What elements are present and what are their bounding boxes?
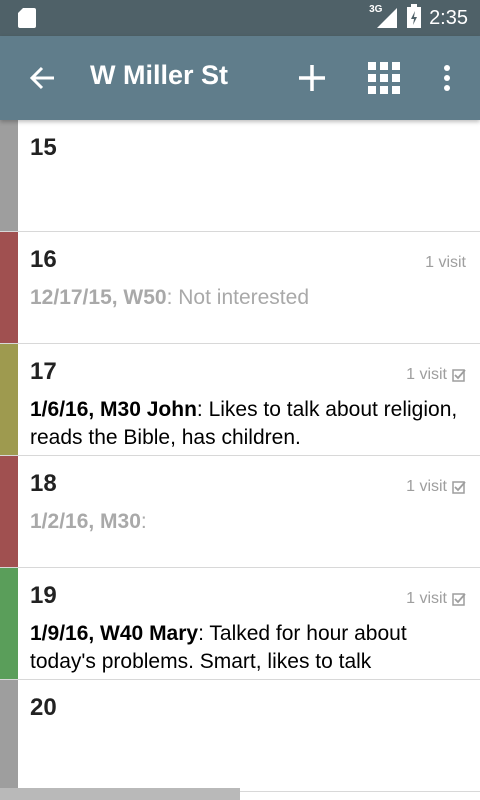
horizontal-scrollbar[interactable] xyxy=(0,788,240,800)
house-number: 16 xyxy=(30,246,57,273)
checkbox-checked-icon xyxy=(452,481,466,494)
house-row[interactable]: 19 1 visit 1/9/16, W40 Mary: Talked for … xyxy=(0,568,480,680)
back-arrow-icon[interactable] xyxy=(22,58,62,98)
page-title: W Miller St xyxy=(90,60,229,90)
visit-note-heading: 1/2/16, M30 xyxy=(30,510,141,533)
visit-note: 12/17/15, W50: Not interested xyxy=(30,284,466,312)
status-bar: 3G 2:35 xyxy=(0,0,480,36)
visit-count-label: 1 visit xyxy=(425,254,466,271)
network-type-label: 3G xyxy=(369,4,383,15)
checkbox-checked-icon xyxy=(452,593,466,606)
visit-note: 1/6/16, M30 John: Likes to talk about re… xyxy=(30,396,466,452)
status-color-bar xyxy=(0,120,18,231)
visit-count-label: 1 visit xyxy=(406,366,447,383)
status-color-bar xyxy=(0,680,18,791)
visit-note: 1/2/16, M30: xyxy=(30,508,466,536)
visit-count: 1 visit xyxy=(406,478,466,496)
house-number: 15 xyxy=(30,134,57,161)
house-number: 20 xyxy=(30,694,57,721)
visit-count: 1 visit xyxy=(425,254,466,272)
visit-note: 1/9/16, W40 Mary: Talked for hour about … xyxy=(30,620,466,676)
grid-icon[interactable] xyxy=(364,58,404,98)
house-list: 15 16 1 visit 12/17/15, W50: Not interes… xyxy=(0,120,480,800)
clock: 2:35 xyxy=(429,6,468,29)
house-number: 17 xyxy=(30,358,57,385)
battery-icon xyxy=(407,3,422,33)
more-vertical-icon[interactable] xyxy=(432,58,462,98)
status-color-bar xyxy=(0,344,18,455)
visit-note-heading: 1/9/16, W40 Mary xyxy=(30,622,199,645)
house-row[interactable]: 18 1 visit 1/2/16, M30: xyxy=(0,456,480,568)
house-row[interactable]: 16 1 visit 12/17/15, W50: Not interested xyxy=(0,232,480,344)
status-color-bar xyxy=(0,568,18,679)
app-bar: W Miller St xyxy=(0,36,480,120)
checkbox-checked-icon xyxy=(452,369,466,382)
status-color-bar xyxy=(0,232,18,343)
house-row[interactable]: 15 xyxy=(0,120,480,232)
visit-count: 1 visit xyxy=(406,590,466,608)
add-icon[interactable] xyxy=(292,58,332,98)
visit-count-label: 1 visit xyxy=(406,590,447,607)
status-color-bar xyxy=(0,456,18,567)
house-row[interactable]: 20 xyxy=(0,680,480,792)
visit-note-heading: 12/17/15, W50 xyxy=(30,286,167,309)
house-number: 19 xyxy=(30,582,57,609)
visit-note-heading: 1/6/16, M30 John xyxy=(30,398,197,421)
visit-count: 1 visit xyxy=(406,366,466,384)
house-row[interactable]: 17 1 visit 1/6/16, M30 John: Likes to ta… xyxy=(0,344,480,456)
signal-icon: 3G xyxy=(369,4,399,30)
visit-note-text: : xyxy=(140,510,147,533)
sd-card-icon xyxy=(18,8,36,33)
visit-note-text: : Not interested xyxy=(166,286,309,309)
house-number: 18 xyxy=(30,470,57,497)
visit-count-label: 1 visit xyxy=(406,478,447,495)
